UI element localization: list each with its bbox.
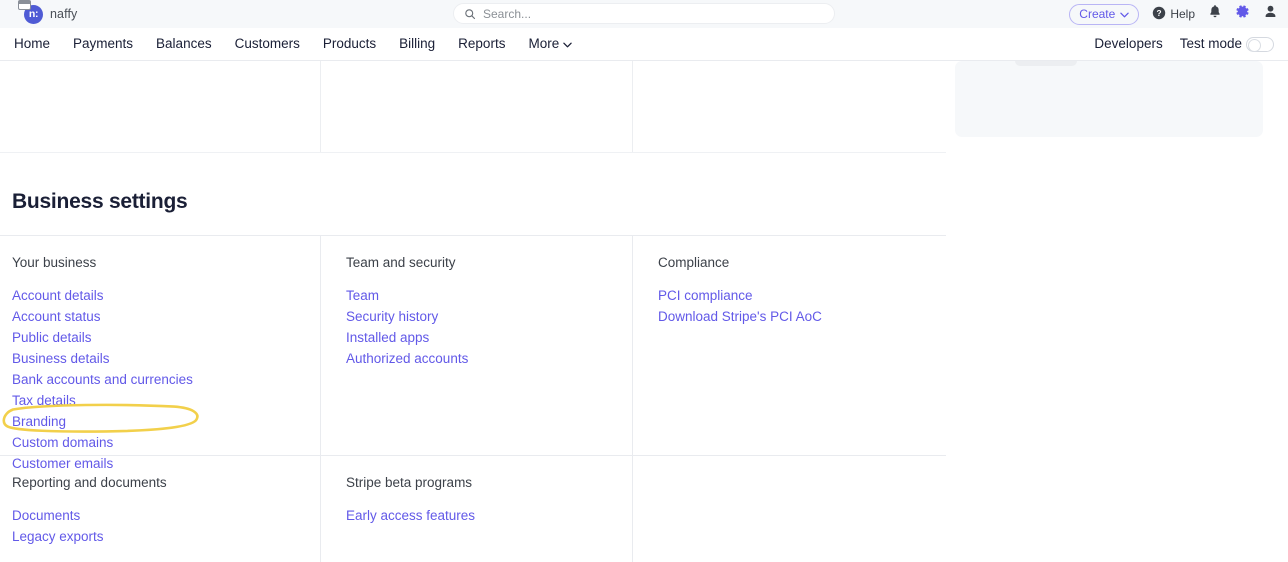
link-early-access-features[interactable]: Early access features [346, 507, 475, 525]
settings-section-reporting-and-documents: Reporting and documents Documents Legacy… [0, 455, 320, 562]
nav-item-label: Customers [234, 36, 300, 52]
section-links: Early access features [346, 507, 618, 525]
bell-icon [1208, 4, 1222, 24]
link-account-status[interactable]: Account status [12, 308, 101, 326]
link-legacy-exports[interactable]: Legacy exports [12, 528, 104, 546]
column-divider [320, 61, 321, 153]
link-tax-details[interactable]: Tax details [12, 392, 76, 410]
nav-item-label: Products [322, 36, 377, 52]
section-links: PCI compliance Download Stripe's PCI AoC [658, 287, 932, 326]
svg-text:?: ? [1157, 8, 1162, 18]
top-bar-actions: Create ? Help [1069, 3, 1278, 25]
link-public-details[interactable]: Public details [12, 329, 92, 347]
section-heading: Compliance [658, 255, 730, 270]
nav-item-label: Balances [156, 36, 212, 52]
link-download-stripe-pci-aoc[interactable]: Download Stripe's PCI AoC [658, 308, 822, 326]
help-button[interactable]: ? Help [1152, 6, 1195, 23]
nav-item-label: Payments [73, 36, 134, 52]
link-custom-domains[interactable]: Custom domains [12, 434, 113, 452]
link-branding[interactable]: Branding [12, 413, 66, 431]
nav-item-customers[interactable]: Customers [235, 37, 300, 51]
nav-item-developers[interactable]: Developers [1094, 37, 1162, 51]
nav-item-label: Billing [399, 36, 436, 52]
search-box[interactable] [453, 3, 835, 24]
chevron-down-icon [1120, 7, 1130, 21]
nav-item-reports[interactable]: Reports [458, 37, 505, 51]
scrolled-off-section [0, 61, 946, 153]
nav-item-more[interactable]: More [528, 37, 572, 51]
notifications-button[interactable] [1208, 4, 1222, 24]
link-pci-compliance[interactable]: PCI compliance [658, 287, 753, 305]
main-navigation: Home Payments Balances Customers Product… [0, 28, 1288, 61]
page-content: Business settings Your business Account … [0, 61, 1288, 562]
page-title: Business settings [12, 190, 188, 213]
gear-icon [1235, 4, 1250, 24]
create-button[interactable]: Create [1069, 3, 1140, 25]
nav-item-label: Home [14, 36, 51, 52]
nav-item-home[interactable]: Home [14, 37, 50, 51]
section-divider [0, 152, 946, 153]
test-mode-label: Test mode [1179, 36, 1242, 52]
link-security-history[interactable]: Security history [346, 308, 438, 326]
link-bank-accounts-and-currencies[interactable]: Bank accounts and currencies [12, 371, 193, 389]
account-button[interactable] [1263, 4, 1278, 24]
settings-section-empty [632, 455, 946, 562]
section-links: Account details Account status Public de… [12, 287, 306, 473]
search-input[interactable] [483, 6, 824, 21]
section-links: Team Security history Installed apps Aut… [346, 287, 618, 368]
scrolled-off-card [955, 61, 1263, 137]
search-icon [464, 8, 476, 20]
global-search[interactable] [453, 3, 835, 24]
settings-button[interactable] [1235, 4, 1250, 24]
test-mode-control[interactable]: Test mode [1179, 36, 1274, 52]
nav-items: Home Payments Balances Customers Product… [14, 37, 572, 51]
nav-item-balances[interactable]: Balances [156, 37, 212, 51]
link-team[interactable]: Team [346, 287, 379, 305]
link-authorized-accounts[interactable]: Authorized accounts [346, 350, 468, 368]
developers-label: Developers [1094, 36, 1163, 52]
help-label: Help [1170, 7, 1195, 21]
link-account-details[interactable]: Account details [12, 287, 104, 305]
browser-window-icon [18, 0, 31, 10]
section-heading: Your business [12, 255, 97, 270]
create-button-label: Create [1079, 7, 1116, 21]
brand-name: naffy [50, 7, 78, 21]
settings-section-stripe-beta-programs: Stripe beta programs Early access featur… [320, 455, 632, 562]
card-notch [1015, 61, 1077, 66]
section-heading: Reporting and documents [12, 475, 167, 490]
test-mode-toggle[interactable] [1246, 36, 1274, 52]
chevron-down-icon [563, 37, 572, 51]
nav-item-payments[interactable]: Payments [73, 37, 133, 51]
nav-item-billing[interactable]: Billing [399, 37, 435, 51]
question-circle-icon: ? [1152, 6, 1166, 23]
section-heading: Team and security [346, 255, 456, 270]
column-divider [632, 61, 633, 153]
link-business-details[interactable]: Business details [12, 350, 110, 368]
nav-right-actions: Developers Test mode [1094, 36, 1274, 52]
section-heading: Stripe beta programs [346, 475, 473, 490]
link-installed-apps[interactable]: Installed apps [346, 329, 429, 347]
brand-account-switcher[interactable]: n: naffy [14, 0, 78, 24]
nav-item-label: More [528, 36, 560, 52]
nav-item-products[interactable]: Products [323, 37, 376, 51]
section-links: Documents Legacy exports [12, 507, 306, 546]
settings-row-2: Reporting and documents Documents Legacy… [0, 455, 946, 562]
user-icon [1263, 4, 1278, 24]
link-documents[interactable]: Documents [12, 507, 80, 525]
top-header-bar: n: naffy Create [0, 0, 1288, 28]
nav-item-label: Reports [458, 36, 506, 52]
